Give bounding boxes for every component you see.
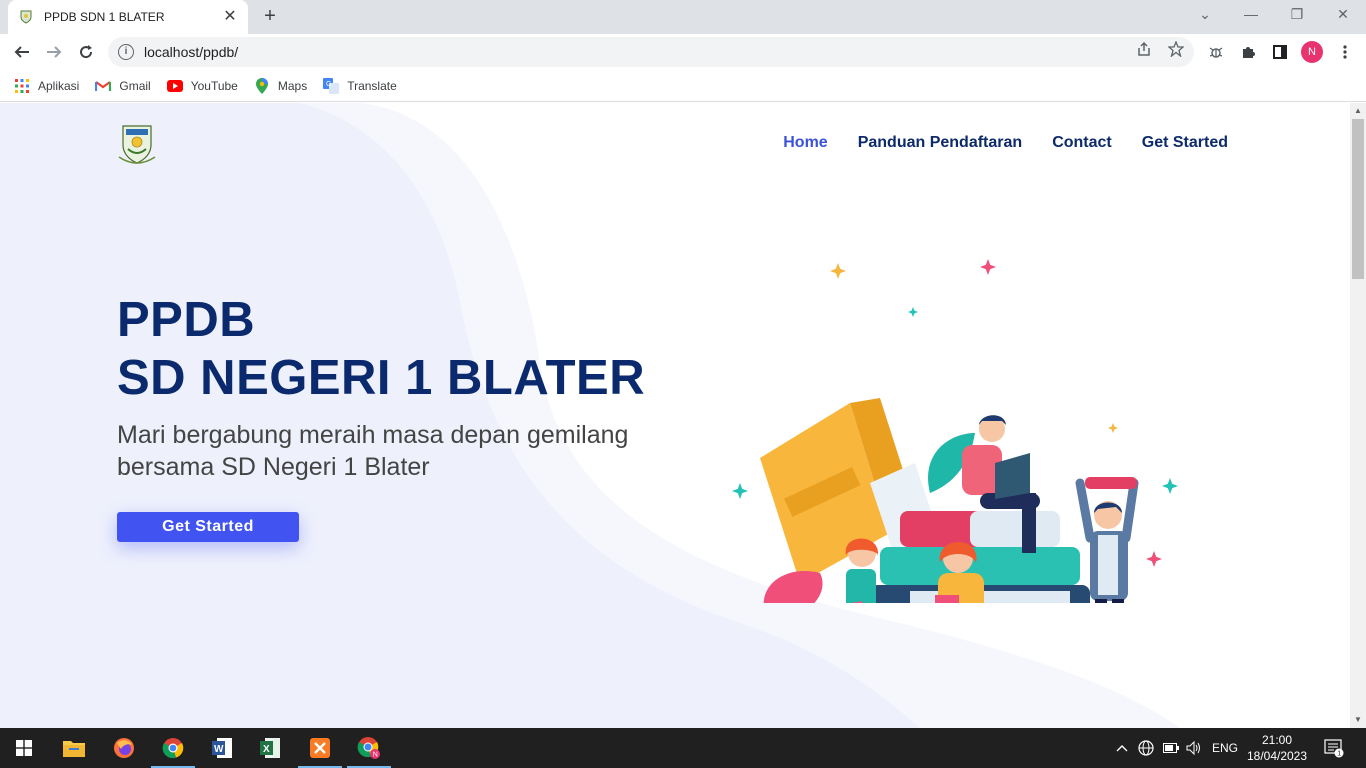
svg-text:W: W (214, 744, 224, 755)
tab-title: PPDB SDN 1 BLATER (44, 10, 165, 24)
hero-subtitle-line1: Mari bergabung meraih masa depan gemilan… (117, 421, 629, 449)
minimize-icon[interactable]: — (1228, 0, 1274, 30)
svg-text:X: X (263, 744, 270, 755)
extension-bug-icon[interactable] (1205, 41, 1227, 63)
scroll-down-icon[interactable]: ▼ (1353, 715, 1363, 725)
bookmark-aplikasi[interactable]: Aplikasi (14, 78, 79, 94)
hero-title-line1: PPDB (117, 293, 256, 347)
school-logo[interactable] (117, 123, 157, 167)
page-viewport: Home Panduan Pendaftaran Contact Get Sta… (0, 103, 1350, 728)
xampp-icon[interactable] (296, 728, 344, 768)
show-hidden-icons-icon[interactable] (1116, 728, 1128, 768)
bookmark-label: Translate (347, 78, 397, 93)
word-icon[interactable]: W (198, 728, 246, 768)
firefox-icon[interactable] (100, 728, 148, 768)
bookmark-label: Gmail (119, 78, 151, 93)
profile-avatar[interactable]: N (1301, 41, 1323, 63)
nav-get-started[interactable]: Get Started (1142, 134, 1228, 152)
scroll-thumb[interactable] (1352, 119, 1364, 279)
svg-text:N: N (373, 752, 378, 759)
svg-text:G: G (326, 81, 331, 88)
clock-time: 21:00 (1261, 733, 1293, 747)
chrome-profile-icon[interactable]: N (345, 728, 393, 768)
bookmarks-bar: Aplikasi Gmail YouTube Maps G Translate (0, 70, 1366, 102)
share-icon[interactable] (1136, 41, 1152, 61)
clock-date: 18/04/2023 (1246, 749, 1308, 763)
new-tab-icon[interactable]: + (258, 5, 282, 29)
chrome-menu-icon[interactable] (1334, 41, 1356, 63)
forward-icon[interactable] (41, 39, 67, 65)
bookmark-translate[interactable]: G Translate (323, 77, 397, 94)
address-bar[interactable]: i localhost/ppdb/ (108, 37, 1194, 67)
restore-icon[interactable]: ❐ (1274, 0, 1320, 30)
bookmark-maps[interactable]: Maps (254, 77, 308, 94)
maps-icon (254, 77, 270, 94)
main-nav: Home Panduan Pendaftaran Contact Get Sta… (783, 134, 1228, 152)
bookmark-label: Maps (277, 78, 308, 93)
bookmark-label: Aplikasi (38, 78, 80, 93)
close-tab-icon[interactable]: ✕ (222, 9, 238, 25)
windows-taskbar: W X N ENG 21:00 18/04/2023 1 (0, 728, 1366, 768)
input-language[interactable]: ENG (1212, 728, 1238, 768)
browser-tab[interactable]: PPDB SDN 1 BLATER ✕ (8, 0, 248, 34)
system-clock[interactable]: 21:00 18/04/2023 (1246, 732, 1308, 764)
nav-panduan-pendaftaran[interactable]: Panduan Pendaftaran (858, 134, 1022, 152)
excel-icon[interactable]: X (246, 728, 294, 768)
chrome-icon[interactable] (149, 728, 197, 768)
bookmark-star-icon[interactable] (1167, 40, 1185, 61)
back-icon[interactable] (9, 39, 35, 65)
notification-center-icon[interactable]: 1 (1324, 728, 1344, 768)
start-windows-icon[interactable] (0, 728, 48, 768)
file-explorer-icon[interactable] (50, 728, 98, 768)
hero-subtitle: Mari bergabung meraih masa depan gemilan… (117, 419, 677, 483)
site-info-icon[interactable]: i (118, 44, 134, 60)
url-text: localhost/ppdb/ (144, 44, 239, 60)
close-window-icon[interactable]: ✕ (1320, 0, 1366, 30)
hero-title-line2: SD NEGERI 1 BLATER (117, 351, 646, 405)
bookmark-label: YouTube (190, 78, 238, 93)
network-globe-icon[interactable] (1138, 728, 1154, 768)
battery-icon[interactable] (1163, 728, 1179, 768)
page-scrollbar[interactable]: ▲ ▼ (1350, 103, 1366, 728)
nav-home[interactable]: Home (783, 134, 827, 152)
reload-icon[interactable] (73, 39, 99, 65)
gmail-icon (95, 78, 112, 94)
get-started-button[interactable]: Get Started (117, 512, 299, 542)
translate-icon: G (323, 77, 340, 94)
school-logo-favicon-icon (18, 9, 34, 25)
scroll-up-icon[interactable]: ▲ (1353, 106, 1363, 116)
hero-subtitle-line2: bersama SD Negeri 1 Blater (117, 453, 430, 481)
hero-illustration (732, 259, 1178, 603)
youtube-icon (166, 78, 183, 94)
browser-toolbar: i localhost/ppdb/ N (0, 34, 1366, 70)
apps-grid-icon (14, 78, 30, 94)
extensions-puzzle-icon[interactable] (1237, 41, 1259, 63)
nav-contact[interactable]: Contact (1052, 134, 1112, 152)
tab-strip: PPDB SDN 1 BLATER ✕ + ⌄ — ❐ ✕ (0, 0, 1366, 34)
hero-title: PPDB SD NEGERI 1 BLATER (117, 291, 645, 407)
tab-search-icon[interactable]: ⌄ (1182, 0, 1228, 30)
bookmark-gmail[interactable]: Gmail (95, 78, 151, 94)
bookmark-youtube[interactable]: YouTube (166, 78, 238, 94)
side-panel-icon[interactable] (1269, 41, 1291, 63)
notification-count: 1 (1337, 751, 1341, 758)
volume-icon[interactable] (1186, 728, 1202, 768)
